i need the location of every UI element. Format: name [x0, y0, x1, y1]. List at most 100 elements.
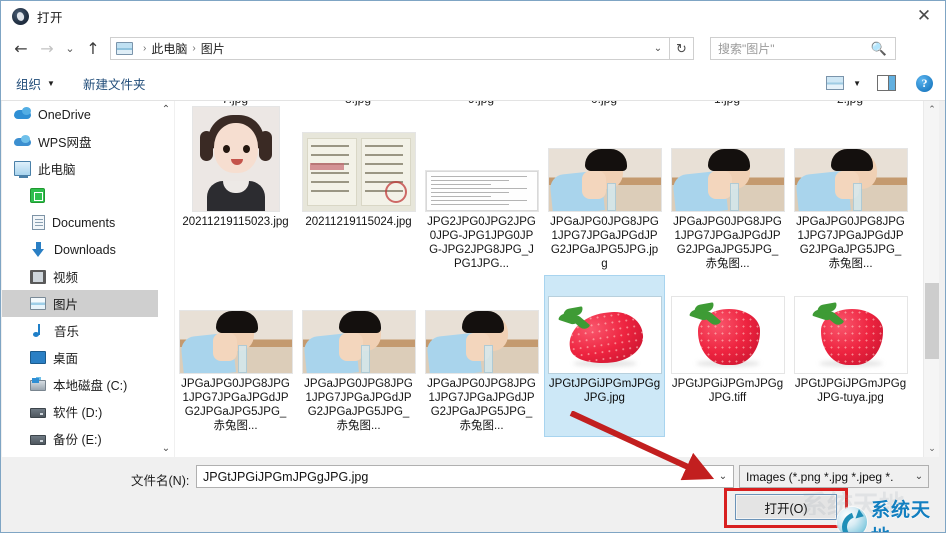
- navigation-sidebar[interactable]: OneDrive WPS网盘此电脑 Documents Downloads 视频 图片音乐…: [2, 101, 158, 457]
- clipped-filename: 2.jpg: [790, 101, 910, 106]
- file-item[interactable]: JPGtJPGiJPGmJPGgJPG-tuya.jpg: [790, 275, 911, 437]
- watermark: 系统天地: [837, 495, 945, 532]
- search-input[interactable]: 搜索"图片" 🔍: [710, 37, 896, 60]
- videos-icon: [30, 269, 46, 284]
- sidebar-item-label: OneDrive: [38, 107, 91, 122]
- file-thumbnail-wrap: [794, 119, 907, 211]
- help-icon[interactable]: ?: [916, 74, 933, 92]
- clipped-filename: 7.jpg: [175, 101, 295, 106]
- file-name-label: JPGaJPG0JPG8JPG1JPG7JPGaJPGdJPG2JPGaJPG5…: [304, 378, 413, 432]
- organize-label: 组织: [16, 77, 42, 92]
- sidebar-item-label: 音乐: [54, 325, 80, 339]
- sidebar-item-备份 (E:)[interactable]: 备份 (E:): [2, 425, 158, 452]
- filename-value: JPGtJPGiJPGmJPGgJPG.jpg: [203, 469, 369, 484]
- sidebar-item-网络[interactable]: 网络: [2, 452, 158, 457]
- refresh-icon[interactable]: ↻: [670, 37, 694, 60]
- preview-pane-icon[interactable]: [877, 75, 896, 91]
- sidebar-item-此电脑[interactable]: 此电脑: [2, 155, 158, 182]
- clipped-filename: 8.jpg: [298, 101, 418, 106]
- window-title: 打开: [37, 10, 64, 25]
- thumbnail-boy-1: [179, 311, 292, 373]
- disc-icon: [12, 7, 29, 25]
- this-pc-icon: [14, 161, 31, 178]
- scroll-up-icon[interactable]: ⌃: [924, 101, 940, 118]
- clipped-filename: 0.jpg: [544, 101, 664, 106]
- file-pane-scrollbar[interactable]: ⌃ ⌄: [923, 101, 939, 457]
- chevron-down-icon[interactable]: ⌄: [60, 36, 80, 62]
- command-bar: 组织 ▼ 新建文件夹 ▼ ?: [1, 66, 945, 101]
- clipped-filename: 1.jpg: [667, 101, 787, 106]
- sidebar-item-桌面[interactable]: 桌面: [2, 344, 158, 371]
- sidebar-item-软件 (D:)[interactable]: 软件 (D:): [2, 398, 158, 425]
- file-thumbnail-wrap: [548, 119, 661, 211]
- file-item[interactable]: JPG2JPG0JPG2JPG0JPG-JPG1JPG0JPG-JPG2JPG8…: [421, 113, 542, 275]
- file-thumbnail-wrap: [302, 119, 415, 211]
- thumbnail-strawberry: [548, 297, 661, 373]
- file-item[interactable]: JPGaJPG0JPG8JPG1JPG7JPGaJPGdJPG2JPGaJPG5…: [175, 275, 296, 437]
- thumbnail-boy-3: [794, 149, 907, 211]
- music-icon: [30, 323, 47, 338]
- file-name-label: JPGtJPGiJPGmJPGgJPG-tuya.jpg: [794, 378, 907, 404]
- filename-label: 文件名(N):: [131, 474, 190, 488]
- sidebar-item-app-3[interactable]: [2, 182, 158, 209]
- downloads-icon: [30, 242, 47, 257]
- file-thumbnail-wrap: [671, 119, 784, 211]
- sidebar-item-视频[interactable]: 视频: [2, 263, 158, 290]
- filter-chevron-down-icon[interactable]: ⌄: [910, 471, 928, 482]
- scroll-up-icon[interactable]: ⌃: [162, 101, 170, 118]
- file-name-label: 20211219115024.jpg: [305, 216, 412, 228]
- sidebar-item-Documents[interactable]: Documents: [2, 209, 158, 236]
- sidebar-item-label: 本地磁盘 (C:): [53, 379, 128, 393]
- file-item[interactable]: JPGaJPG0JPG8JPG1JPG7JPGaJPGdJPG2JPGaJPG5…: [667, 113, 788, 275]
- view-layout-icon[interactable]: [826, 76, 845, 90]
- filename-input[interactable]: JPGtJPGiJPGmJPGgJPG.jpg ⌄: [196, 465, 734, 488]
- scrollbar-thumb[interactable]: [925, 283, 939, 359]
- file-name-label: JPGtJPGiJPGmJPGgJPG.tiff: [671, 378, 784, 404]
- thumbnail-strawberry-upright: [794, 297, 907, 373]
- sidebar-item-label: 软件 (D:): [53, 406, 103, 420]
- sidebar-item-本地磁盘 (C:)[interactable]: 本地磁盘 (C:): [2, 371, 158, 398]
- sidebar-item-音乐[interactable]: 音乐: [2, 317, 158, 344]
- address-chevron-down-icon[interactable]: ⌄: [647, 43, 669, 54]
- file-item[interactable]: JPGaJPG0JPG8JPG1JPG7JPGaJPGdJPG2JPGaJPG5…: [544, 113, 665, 275]
- drive-d-icon: [30, 408, 46, 418]
- address-bar[interactable]: › 此电脑 › 图片 ⌄: [110, 37, 670, 60]
- file-item[interactable]: JPGtJPGiJPGmJPGgJPG.tiff: [667, 275, 788, 437]
- breadcrumb-pictures[interactable]: 图片: [201, 40, 225, 57]
- breadcrumb-this-pc[interactable]: 此电脑: [151, 40, 187, 57]
- new-folder-button[interactable]: 新建文件夹: [83, 74, 146, 93]
- arrow-up-icon[interactable]: ↑: [80, 36, 106, 62]
- pictures-icon: [30, 297, 46, 310]
- navigation-bar: ← → ⌄ ↑ › 此电脑 › 图片 ⌄ ↻ 搜索"图片" 🔍: [1, 31, 945, 66]
- sidebar-item-label: 网络: [54, 456, 79, 457]
- sidebar-item-图片[interactable]: 图片: [2, 290, 158, 317]
- file-item[interactable]: JPGaJPG0JPG8JPG1JPG7JPGaJPGdJPG2JPGaJPG5…: [790, 113, 911, 275]
- arrow-right-icon[interactable]: →: [34, 36, 60, 62]
- scroll-down-icon[interactable]: ⌄: [162, 440, 170, 457]
- organize-button[interactable]: 组织 ▼: [16, 74, 55, 93]
- sidebar-item-label: Downloads: [54, 242, 116, 257]
- view-chevron-down-icon[interactable]: ▼: [853, 79, 861, 88]
- close-icon[interactable]: ✕: [901, 1, 945, 31]
- sidebar-scrollbar[interactable]: ⌃ ⌄: [158, 101, 174, 457]
- file-item[interactable]: JPGaJPG0JPG8JPG1JPG7JPGaJPGdJPG2JPGaJPG5…: [421, 275, 542, 437]
- sidebar-item-label: 此电脑: [38, 163, 76, 177]
- sidebar-item-OneDrive[interactable]: OneDrive: [2, 101, 158, 128]
- file-item[interactable]: JPGaJPG0JPG8JPG1JPG7JPGaJPGdJPG2JPGaJPG5…: [298, 275, 419, 437]
- search-placeholder: 搜索"图片": [718, 42, 775, 56]
- file-item-selected[interactable]: JPGtJPGiJPGmJPGgJPG.jpg: [544, 275, 665, 437]
- arrow-left-icon[interactable]: ←: [8, 36, 34, 62]
- file-list-pane[interactable]: 7.jpg8.jpg9.jpg0.jpg1.jpg2.jpg 202112191…: [175, 101, 923, 457]
- filename-chevron-down-icon[interactable]: ⌄: [713, 471, 733, 482]
- file-item[interactable]: 20211219115024.jpg: [298, 113, 419, 275]
- title-bar: 打开 ✕: [1, 1, 945, 31]
- file-item[interactable]: 20211219115023.jpg: [175, 107, 296, 275]
- sidebar-item-Downloads[interactable]: Downloads: [2, 236, 158, 263]
- file-name-label: JPGaJPG0JPG8JPG1JPG7JPGaJPGdJPG2JPGaJPG5…: [427, 378, 536, 432]
- command-bar-right-group: ▼ ?: [826, 74, 933, 92]
- sidebar-item-label: 备份 (E:): [53, 433, 102, 447]
- file-name-label: JPGaJPG0JPG8JPG1JPG7JPGaJPGdJPG2JPGaJPG5…: [181, 378, 290, 432]
- file-thumbnail-wrap: [302, 281, 415, 373]
- sidebar-item-WPS网盘[interactable]: WPS网盘: [2, 128, 158, 155]
- scroll-down-icon[interactable]: ⌄: [924, 440, 940, 457]
